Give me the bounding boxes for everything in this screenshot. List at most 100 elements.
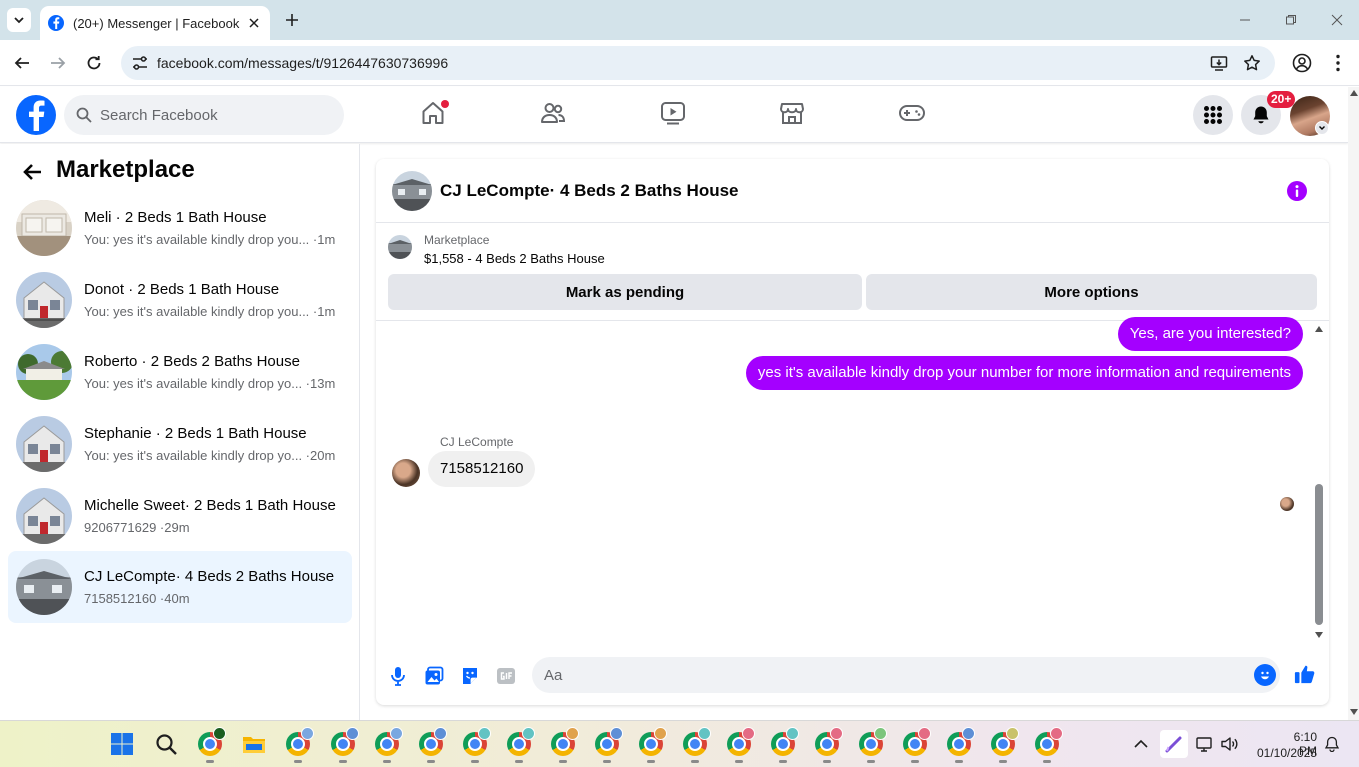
scroll-up-arrow-icon[interactable] bbox=[1315, 326, 1323, 332]
emoji-button[interactable] bbox=[1254, 664, 1276, 686]
show-hidden-icons-button[interactable] bbox=[1129, 731, 1153, 757]
taskbar-chrome[interactable] bbox=[726, 727, 755, 763]
chat-listing-thumbnail[interactable] bbox=[392, 171, 432, 211]
clock-date[interactable]: 01/10/2025 bbox=[1257, 746, 1317, 760]
taskbar-file-explorer[interactable] bbox=[241, 731, 267, 757]
taskbar-chrome[interactable] bbox=[814, 727, 843, 763]
taskbar-chrome[interactable] bbox=[902, 727, 931, 763]
nav-marketplace[interactable] bbox=[778, 99, 806, 127]
video-icon bbox=[661, 102, 685, 125]
message-input[interactable] bbox=[544, 657, 1234, 693]
browser-tab[interactable]: (20+) Messenger | Facebook bbox=[40, 6, 270, 40]
start-button[interactable] bbox=[109, 731, 135, 757]
profile-icon[interactable] bbox=[1291, 52, 1313, 74]
search-input[interactable] bbox=[100, 95, 330, 135]
scroll-down-arrow-icon[interactable] bbox=[1350, 709, 1358, 715]
taskbar-chrome[interactable] bbox=[858, 727, 887, 763]
taskbar-chrome[interactable] bbox=[682, 727, 711, 763]
chat-scrollbar-thumb[interactable] bbox=[1315, 484, 1323, 625]
conversation-item[interactable]: Donot · 2 Beds 1 Bath House You: yes it'… bbox=[8, 264, 352, 336]
attach-photo-button[interactable] bbox=[423, 665, 445, 687]
taskbar-chrome[interactable] bbox=[594, 727, 623, 763]
conversation-info-button[interactable] bbox=[1287, 181, 1307, 201]
listing-thumbnail bbox=[16, 416, 72, 472]
taskbar-chrome[interactable] bbox=[550, 727, 579, 763]
volume-button[interactable] bbox=[1219, 731, 1241, 757]
outgoing-message[interactable]: Yes, are you interested? bbox=[1117, 317, 1303, 351]
chrome-icon bbox=[595, 727, 623, 756]
close-window-button[interactable] bbox=[1329, 12, 1345, 28]
gif-button[interactable] bbox=[495, 665, 517, 687]
notification-count-badge: 20+ bbox=[1267, 91, 1296, 108]
new-tab-button[interactable] bbox=[282, 10, 302, 30]
scroll-down-arrow-icon[interactable] bbox=[1315, 632, 1323, 638]
bookmark-star-icon[interactable] bbox=[1243, 54, 1261, 72]
message-input-box[interactable] bbox=[532, 657, 1280, 693]
notification-center-button[interactable] bbox=[1321, 731, 1343, 757]
chat-title[interactable]: CJ LeCompte· 4 Beds 2 Baths House bbox=[440, 181, 739, 201]
menu-button[interactable] bbox=[1193, 95, 1233, 135]
facebook-logo-icon[interactable] bbox=[16, 95, 56, 135]
conversation-item[interactable]: Stephanie · 2 Beds 1 Bath House You: yes… bbox=[8, 408, 352, 480]
taskbar-chrome[interactable] bbox=[374, 727, 403, 763]
taskbar-chrome[interactable] bbox=[330, 727, 359, 763]
restore-button[interactable] bbox=[1283, 12, 1299, 28]
taskbar-chrome[interactable] bbox=[285, 727, 314, 763]
install-app-icon[interactable] bbox=[1210, 54, 1228, 72]
chrome-icon bbox=[507, 727, 535, 756]
chrome-icon bbox=[903, 727, 931, 756]
info-icon bbox=[1295, 185, 1299, 197]
taskbar-chrome[interactable] bbox=[990, 727, 1019, 763]
back-arrow-button[interactable] bbox=[20, 160, 44, 184]
taskbar-chrome[interactable] bbox=[1034, 727, 1063, 763]
browser-menu-icon[interactable] bbox=[1327, 52, 1349, 74]
message-thread: Yes, are you interested? yes it's availa… bbox=[376, 317, 1329, 645]
search-icon bbox=[76, 107, 92, 123]
like-button[interactable] bbox=[1294, 663, 1316, 685]
chrome-icon bbox=[375, 727, 403, 756]
close-tab-icon[interactable] bbox=[246, 15, 262, 31]
sticker-button[interactable] bbox=[459, 665, 481, 687]
plus-icon bbox=[286, 14, 298, 26]
conversation-item[interactable]: Roberto · 2 Beds 2 Baths House You: yes … bbox=[8, 336, 352, 408]
conversation-item-active[interactable]: CJ LeCompte· 4 Beds 2 Baths House 715851… bbox=[8, 551, 352, 623]
taskbar-search-button[interactable] bbox=[153, 731, 179, 757]
more-options-button[interactable]: More options bbox=[866, 274, 1317, 310]
reload-button[interactable] bbox=[83, 52, 105, 74]
listing-price[interactable]: $1,558 - 4 Beds 2 Baths House bbox=[424, 251, 605, 266]
conversation-item[interactable]: Michelle Sweet· 2 Beds 1 Bath House 9206… bbox=[8, 480, 352, 552]
mark-as-pending-button[interactable]: Mark as pending bbox=[388, 274, 862, 310]
page-scrollbar[interactable] bbox=[1348, 87, 1359, 720]
site-settings-icon[interactable] bbox=[131, 55, 149, 71]
nav-friends[interactable] bbox=[539, 99, 567, 127]
taskbar-chrome[interactable] bbox=[506, 727, 535, 763]
back-button[interactable] bbox=[11, 52, 33, 74]
address-bar[interactable]: facebook.com/messages/t/9126447630736996 bbox=[121, 46, 1275, 80]
incoming-message[interactable]: 7158512160 bbox=[428, 451, 536, 487]
minimize-button[interactable] bbox=[1237, 12, 1253, 28]
voice-clip-button[interactable] bbox=[387, 665, 409, 687]
taskbar-chrome[interactable] bbox=[946, 727, 975, 763]
taskbar-chrome[interactable] bbox=[638, 727, 667, 763]
listing-mini-thumbnail[interactable] bbox=[388, 235, 412, 259]
facebook-favicon-icon bbox=[48, 15, 64, 31]
conversation-item[interactable]: Meli · 2 Beds 1 Bath House You: yes it's… bbox=[8, 192, 352, 264]
message-sender-name: CJ LeCompte bbox=[440, 435, 514, 449]
pen-app-button[interactable] bbox=[1160, 730, 1188, 758]
scroll-up-arrow-icon[interactable] bbox=[1350, 90, 1358, 96]
taskbar-chrome[interactable] bbox=[197, 727, 226, 763]
sender-avatar[interactable] bbox=[392, 459, 420, 487]
facebook-search[interactable] bbox=[64, 95, 344, 135]
forward-button[interactable] bbox=[47, 52, 69, 74]
chrome-icon bbox=[639, 727, 667, 756]
taskbar-chrome[interactable] bbox=[418, 727, 447, 763]
outgoing-message[interactable]: yes it's available kindly drop your numb… bbox=[745, 356, 1303, 390]
taskbar-chrome[interactable] bbox=[462, 727, 491, 763]
nav-gaming[interactable] bbox=[898, 99, 926, 127]
tab-search-button[interactable] bbox=[7, 8, 31, 32]
account-caret-icon[interactable] bbox=[1315, 121, 1329, 135]
taskbar-chrome[interactable] bbox=[770, 727, 799, 763]
network-status-button[interactable] bbox=[1194, 731, 1216, 757]
chrome-icon bbox=[551, 727, 579, 756]
nav-video[interactable] bbox=[659, 99, 687, 127]
